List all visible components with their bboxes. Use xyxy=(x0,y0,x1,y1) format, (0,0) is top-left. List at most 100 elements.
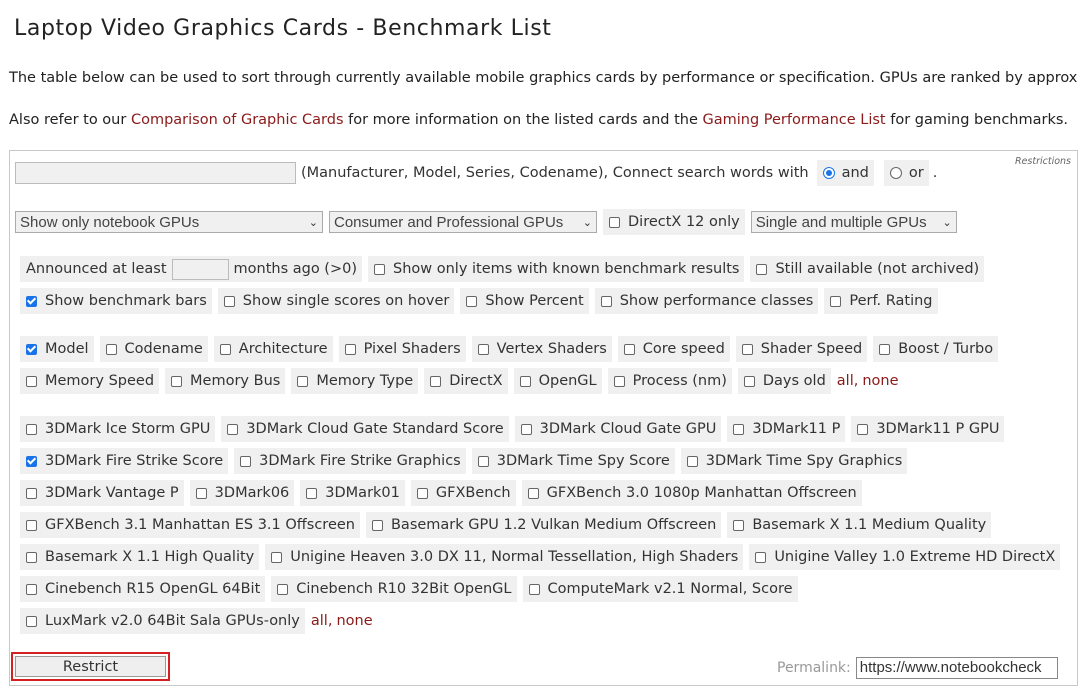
option-3dmark-ice-storm-gpu[interactable]: 3DMark Ice Storm GPU xyxy=(20,416,216,442)
known-results-checkbox[interactable] xyxy=(374,263,385,275)
directx12-checkbox[interactable] xyxy=(609,216,620,228)
option-opengl[interactable]: OpenGL xyxy=(513,368,602,394)
multi-gpu-select[interactable]: Single and multiple GPUs ⌄ xyxy=(750,211,957,233)
restrict-button[interactable]: Restrict xyxy=(15,656,166,677)
perf-rating-checkbox[interactable] xyxy=(830,295,842,307)
option-days-old[interactable]: Days old xyxy=(737,368,831,394)
3dmark-fire-strike-score-checkbox[interactable] xyxy=(26,455,37,467)
3dmark-time-spy-graphics-checkbox[interactable] xyxy=(686,455,698,467)
option-boost-turbo[interactable]: Boost / Turbo xyxy=(873,336,999,362)
gfxbench-checkbox[interactable] xyxy=(416,487,428,499)
search-input[interactable] xyxy=(15,162,296,184)
option-pixel-shaders[interactable]: Pixel Shaders xyxy=(338,336,466,362)
architecture-checkbox[interactable] xyxy=(219,343,231,355)
opengl-checkbox[interactable] xyxy=(519,375,531,387)
unigine-heaven-3-0-dx-11-normal-tessellation-high-shaders-checkbox[interactable] xyxy=(271,551,283,563)
option-cinebench-r10-32bit-opengl[interactable]: Cinebench R10 32Bit OpenGL xyxy=(271,576,517,602)
boost-turbo-checkbox[interactable] xyxy=(879,343,891,355)
benchmarks-none-link[interactable]: none xyxy=(336,613,372,629)
option-vertex-shaders[interactable]: Vertex Shaders xyxy=(471,336,612,362)
option-gfxbench[interactable]: GFXBench xyxy=(410,480,516,506)
show-benchmark-bars-checkbox[interactable] xyxy=(26,295,37,307)
gfxbench-3-0-1080p-manhattan-offscreen-checkbox[interactable] xyxy=(527,487,539,499)
radio-or[interactable]: or xyxy=(883,160,929,186)
show-performance-classes-checkbox[interactable] xyxy=(600,295,612,307)
option-luxmark-v2-0-64bit-sala-gpus-only[interactable]: LuxMark v2.0 64Bit Sala GPUs-only xyxy=(20,608,305,634)
permalink-input[interactable]: https://www.notebookcheck xyxy=(855,657,1058,679)
option-3dmark-fire-strike-graphics[interactable]: 3DMark Fire Strike Graphics xyxy=(234,448,466,474)
months-input[interactable] xyxy=(171,258,229,280)
gaming-list-link[interactable]: Gaming Performance List xyxy=(702,112,885,128)
cinebench-r10-32bit-opengl-checkbox[interactable] xyxy=(277,583,289,595)
option-show-single-scores-on-hover[interactable]: Show single scores on hover xyxy=(217,288,455,314)
gfxbench-3-1-manhattan-es-3-1-offscreen-checkbox[interactable] xyxy=(26,519,37,531)
columns-all-link[interactable]: all xyxy=(837,373,854,389)
gpu-type-select[interactable]: Show only notebook GPUs ⌄ xyxy=(15,211,323,233)
show-single-scores-on-hover-checkbox[interactable] xyxy=(223,295,235,307)
option-3dmark-fire-strike-score[interactable]: 3DMark Fire Strike Score xyxy=(20,448,229,474)
option-3dmark-time-spy-score[interactable]: 3DMark Time Spy Score xyxy=(471,448,675,474)
option-3dmark01[interactable]: 3DMark01 xyxy=(300,480,405,506)
3dmark-cloud-gate-standard-score-checkbox[interactable] xyxy=(227,423,239,435)
3dmark-ice-storm-gpu-checkbox[interactable] xyxy=(26,423,37,435)
memory-speed-checkbox[interactable] xyxy=(26,375,37,387)
option-architecture[interactable]: Architecture xyxy=(213,336,333,362)
option-3dmark06[interactable]: 3DMark06 xyxy=(189,480,295,506)
option-directx[interactable]: DirectX xyxy=(424,368,508,394)
option-3dmark11-p-gpu[interactable]: 3DMark11 P GPU xyxy=(851,416,1005,442)
cinebench-r15-opengl-64bit-checkbox[interactable] xyxy=(26,583,37,595)
directx12-option[interactable]: DirectX 12 only xyxy=(603,209,745,235)
basemark-x-1-1-medium-quality-checkbox[interactable] xyxy=(733,519,745,531)
option-shader-speed[interactable]: Shader Speed xyxy=(735,336,868,362)
days-old-checkbox[interactable] xyxy=(743,375,755,387)
option-3dmark-cloud-gate-standard-score[interactable]: 3DMark Cloud Gate Standard Score xyxy=(221,416,509,442)
still-available-option[interactable]: Still available (not archived) xyxy=(750,256,985,282)
basemark-x-1-1-high-quality-checkbox[interactable] xyxy=(26,551,37,563)
computemark-v2-1-normal-score-checkbox[interactable] xyxy=(528,583,540,595)
option-computemark-v2-1-normal-score[interactable]: ComputeMark v2.1 Normal, Score xyxy=(522,576,798,602)
option-basemark-x-1-1-medium-quality[interactable]: Basemark X 1.1 Medium Quality xyxy=(727,512,992,538)
luxmark-v2-0-64bit-sala-gpus-only-checkbox[interactable] xyxy=(26,615,37,627)
option-3dmark11-p[interactable]: 3DMark11 P xyxy=(727,416,846,442)
benchmarks-all-link[interactable]: all xyxy=(311,613,328,629)
option-cinebench-r15-opengl-64bit[interactable]: Cinebench R15 OpenGL 64Bit xyxy=(20,576,266,602)
option-show-percent[interactable]: Show Percent xyxy=(460,288,589,314)
3dmark-fire-strike-graphics-checkbox[interactable] xyxy=(240,455,252,467)
unigine-valley-1-0-extreme-hd-directx-checkbox[interactable] xyxy=(755,551,767,563)
option-gfxbench-3-0-1080p-manhattan-offscreen[interactable]: GFXBench 3.0 1080p Manhattan Offscreen xyxy=(521,480,862,506)
3dmark01-checkbox[interactable] xyxy=(306,487,318,499)
pixel-shaders-checkbox[interactable] xyxy=(344,343,356,355)
option-core-speed[interactable]: Core speed xyxy=(617,336,730,362)
option-3dmark-cloud-gate-gpu[interactable]: 3DMark Cloud Gate GPU xyxy=(514,416,722,442)
basemark-gpu-1-2-vulkan-medium-offscreen-checkbox[interactable] xyxy=(371,519,383,531)
vertex-shaders-checkbox[interactable] xyxy=(477,343,489,355)
option-basemark-x-1-1-high-quality[interactable]: Basemark X 1.1 High Quality xyxy=(20,544,260,570)
option-model[interactable]: Model xyxy=(20,336,94,362)
option-show-benchmark-bars[interactable]: Show benchmark bars xyxy=(20,288,212,314)
memory-type-checkbox[interactable] xyxy=(297,375,309,387)
comparison-link[interactable]: Comparison of Graphic Cards xyxy=(131,112,344,128)
option-codename[interactable]: Codename xyxy=(99,336,208,362)
3dmark-cloud-gate-gpu-checkbox[interactable] xyxy=(520,423,532,435)
option-3dmark-time-spy-graphics[interactable]: 3DMark Time Spy Graphics xyxy=(680,448,908,474)
option-memory-speed[interactable]: Memory Speed xyxy=(20,368,160,394)
option-memory-type[interactable]: Memory Type xyxy=(291,368,419,394)
radio-and-indicator[interactable] xyxy=(822,167,835,179)
option-3dmark-vantage-p[interactable]: 3DMark Vantage P xyxy=(20,480,184,506)
option-show-performance-classes[interactable]: Show performance classes xyxy=(594,288,819,314)
3dmark-vantage-p-checkbox[interactable] xyxy=(26,487,37,499)
show-percent-checkbox[interactable] xyxy=(466,295,478,307)
option-gfxbench-3-1-manhattan-es-3-1-offscreen[interactable]: GFXBench 3.1 Manhattan ES 3.1 Offscreen xyxy=(20,512,360,538)
option-perf-rating[interactable]: Perf. Rating xyxy=(824,288,938,314)
radio-and[interactable]: and xyxy=(816,160,874,186)
memory-bus-checkbox[interactable] xyxy=(171,375,183,387)
columns-none-link[interactable]: none xyxy=(862,373,898,389)
3dmark-time-spy-score-checkbox[interactable] xyxy=(477,455,489,467)
known-results-option[interactable]: Show only items with known benchmark res… xyxy=(368,256,745,282)
3dmark06-checkbox[interactable] xyxy=(195,487,207,499)
directx-checkbox[interactable] xyxy=(430,375,442,387)
shader-speed-checkbox[interactable] xyxy=(741,343,753,355)
option-process-nm[interactable]: Process (nm) xyxy=(607,368,732,394)
core-speed-checkbox[interactable] xyxy=(623,343,635,355)
process-nm-checkbox[interactable] xyxy=(613,375,625,387)
